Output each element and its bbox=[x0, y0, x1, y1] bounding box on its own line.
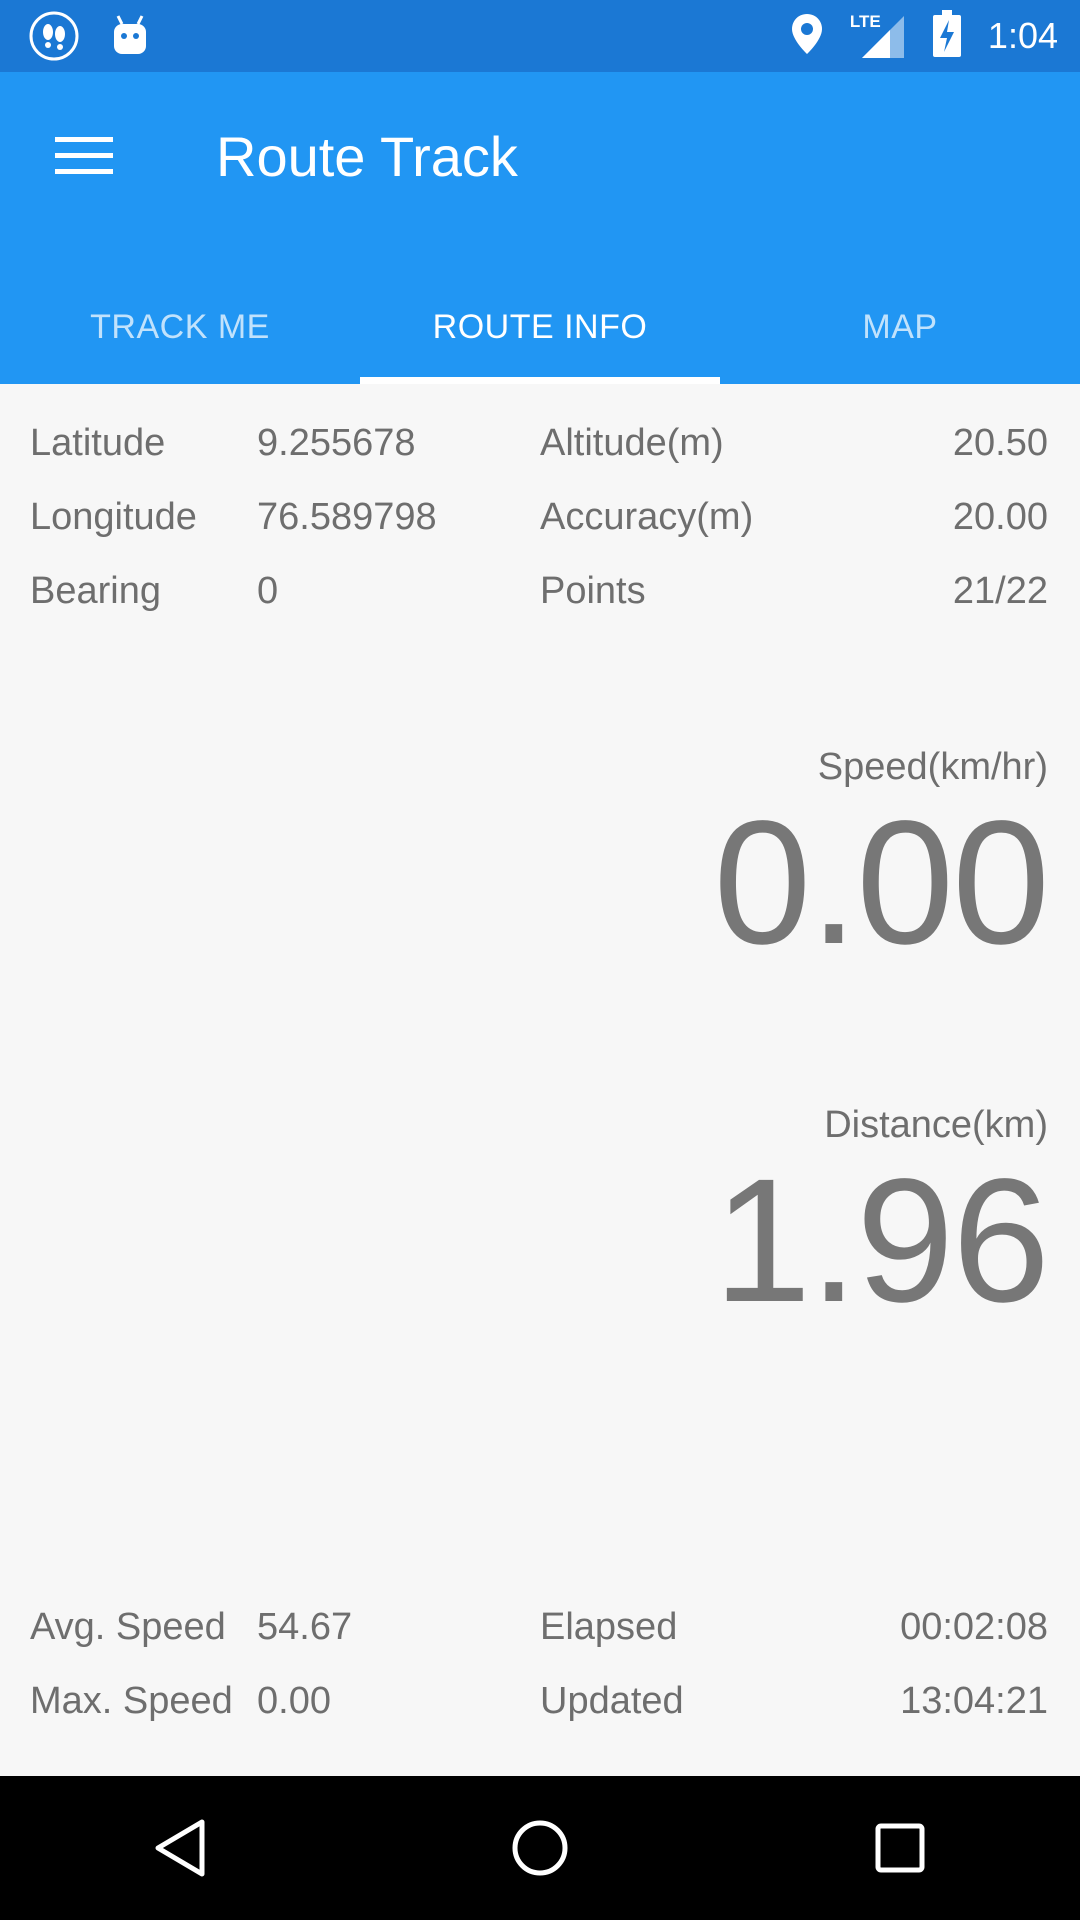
avg-speed-label: Avg. Speed bbox=[30, 1605, 226, 1648]
status-time: 1:04 bbox=[987, 15, 1058, 56]
signal-icon: LTE bbox=[850, 12, 906, 60]
recents-icon[interactable] bbox=[840, 1788, 960, 1908]
tab-bar: TRACK ME ROUTE INFO MAP bbox=[0, 270, 1080, 384]
altitude-label: Altitude(m) bbox=[540, 421, 724, 464]
battery-charging-icon bbox=[932, 9, 962, 63]
network-type-label: LTE bbox=[849, 12, 881, 31]
speed-block: Speed(km/hr) 0.00 bbox=[713, 746, 1050, 981]
latitude-label: Latitude bbox=[30, 421, 166, 464]
info-row: Latitude 9.255678 Altitude(m) 20.50 bbox=[0, 406, 1080, 480]
avg-speed-value: 54.67 bbox=[257, 1605, 353, 1648]
stats-row: Max. Speed 0.00 Updated 13:04:21 bbox=[0, 1664, 1080, 1738]
distance-block: Distance(km) 1.96 bbox=[713, 1104, 1050, 1339]
tab-track-me[interactable]: TRACK ME bbox=[0, 270, 360, 384]
points-label: Points bbox=[540, 569, 646, 612]
latitude-value: 9.255678 bbox=[257, 421, 416, 464]
android-icon bbox=[110, 14, 150, 63]
longitude-value: 76.589798 bbox=[257, 495, 437, 538]
route-info-panel: Latitude 9.255678 Altitude(m) 20.50 Long… bbox=[0, 384, 1080, 1776]
app-bar: Route Track TRACK ME ROUTE INFO MAP bbox=[0, 72, 1080, 384]
tab-map[interactable]: MAP bbox=[720, 270, 1080, 384]
system-nav-bar bbox=[0, 1776, 1080, 1920]
bearing-label: Bearing bbox=[30, 569, 161, 612]
page-title: Route Track bbox=[216, 125, 518, 188]
info-row: Bearing 0 Points 21/22 bbox=[0, 554, 1080, 628]
distance-value: 1.96 bbox=[713, 1143, 1050, 1339]
tab-route-info[interactable]: ROUTE INFO bbox=[360, 270, 720, 384]
back-icon[interactable] bbox=[120, 1788, 240, 1908]
bearing-value: 0 bbox=[257, 569, 279, 612]
footsteps-icon bbox=[28, 10, 80, 67]
altitude-value: 20.50 bbox=[952, 421, 1048, 464]
speed-value: 0.00 bbox=[713, 785, 1050, 981]
max-speed-label: Max. Speed bbox=[30, 1679, 233, 1722]
accuracy-label: Accuracy(m) bbox=[540, 495, 754, 538]
status-bar: LTE 1:04 bbox=[0, 0, 1080, 72]
location-icon bbox=[790, 12, 824, 61]
updated-value: 13:04:21 bbox=[900, 1679, 1048, 1722]
distance-label: Distance(km) bbox=[824, 1104, 1048, 1146]
speed-label: Speed(km/hr) bbox=[817, 746, 1048, 788]
updated-label: Updated bbox=[540, 1679, 684, 1722]
points-value: 21/22 bbox=[952, 569, 1048, 612]
longitude-label: Longitude bbox=[30, 495, 197, 538]
stats-row: Avg. Speed 54.67 Elapsed 00:02:08 bbox=[0, 1590, 1080, 1664]
info-row: Longitude 76.589798 Accuracy(m) 20.00 bbox=[0, 480, 1080, 554]
home-icon[interactable] bbox=[480, 1788, 600, 1908]
hamburger-menu-icon[interactable] bbox=[40, 112, 128, 200]
accuracy-value: 20.00 bbox=[952, 495, 1048, 538]
max-speed-value: 0.00 bbox=[257, 1679, 331, 1722]
elapsed-label: Elapsed bbox=[540, 1605, 678, 1648]
elapsed-value: 00:02:08 bbox=[900, 1605, 1048, 1648]
